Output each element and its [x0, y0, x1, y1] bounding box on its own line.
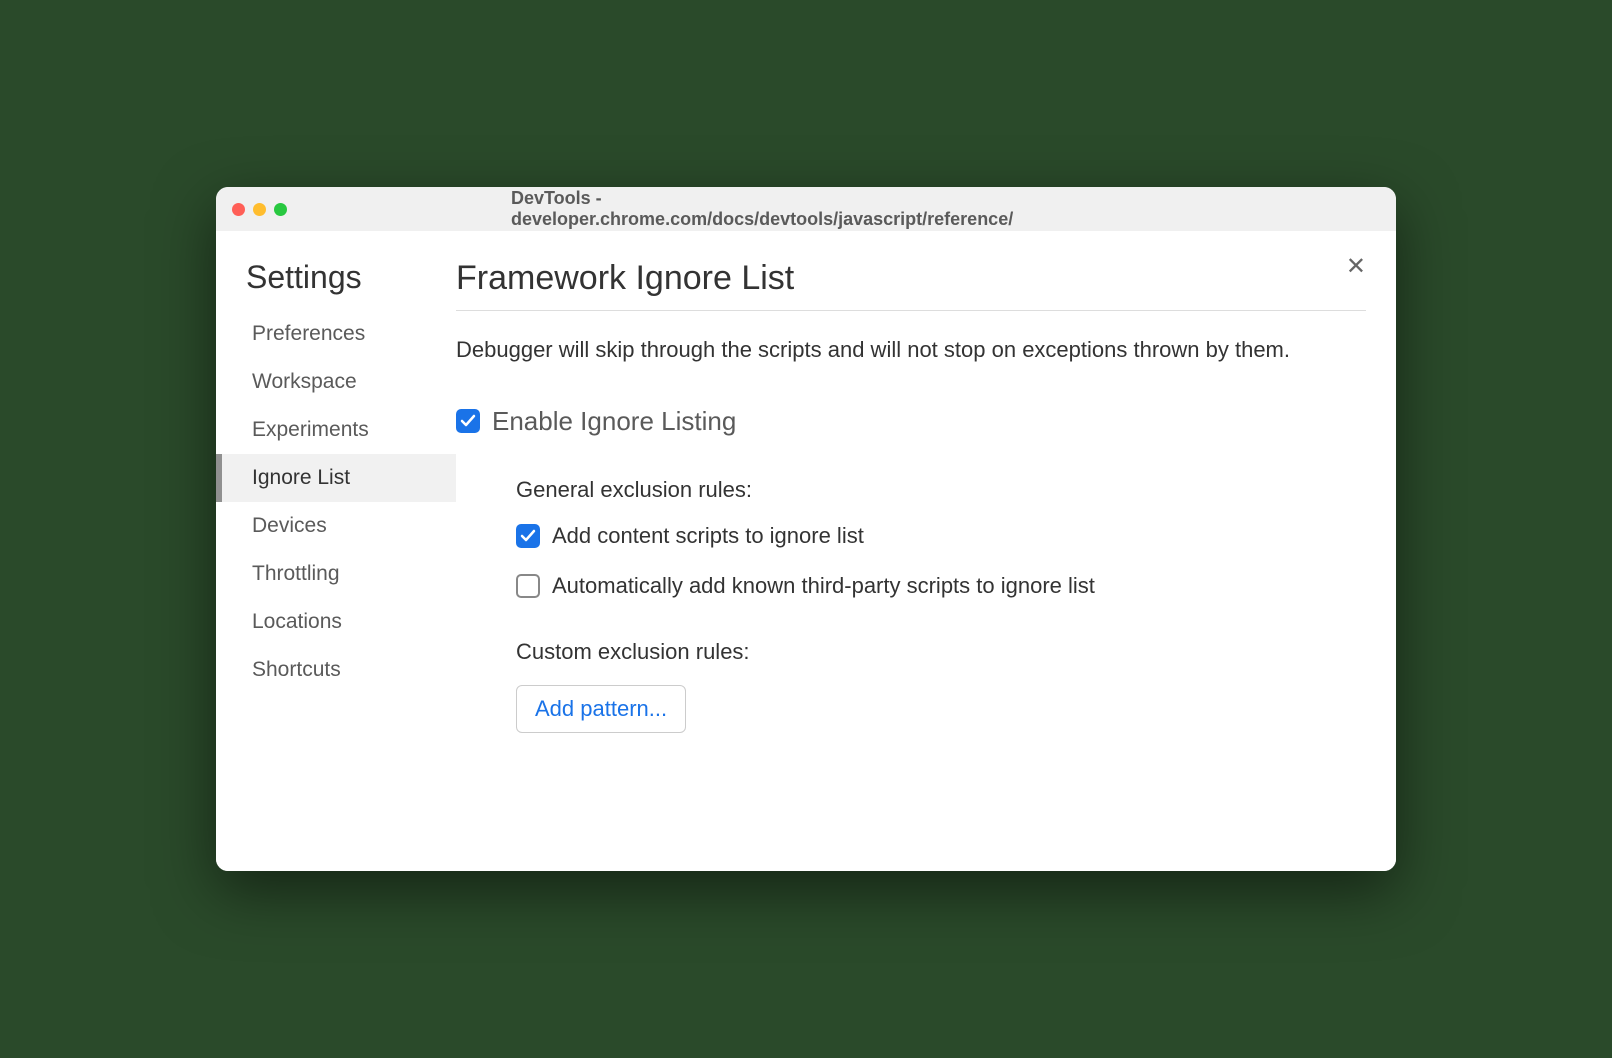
close-icon: ✕ — [1346, 253, 1366, 280]
settings-sidebar: Settings Preferences Workspace Experimen… — [216, 231, 456, 871]
sidebar-item-throttling[interactable]: Throttling — [216, 550, 456, 598]
window-controls — [232, 203, 287, 216]
page-title: Framework Ignore List — [456, 259, 1366, 311]
content-scripts-checkbox[interactable] — [516, 524, 540, 548]
window-title: DevTools - developer.chrome.com/docs/dev… — [511, 188, 1101, 230]
close-settings-button[interactable]: ✕ — [1346, 255, 1366, 279]
sidebar-item-locations[interactable]: Locations — [216, 598, 456, 646]
custom-rules-section: Custom exclusion rules: Add pattern... — [456, 639, 1366, 733]
enable-ignore-listing-row[interactable]: Enable Ignore Listing — [456, 406, 1366, 437]
third-party-scripts-row[interactable]: Automatically add known third-party scri… — [516, 573, 1366, 599]
content-scripts-row[interactable]: Add content scripts to ignore list — [516, 523, 1366, 549]
check-icon — [520, 528, 536, 544]
general-rules-section: General exclusion rules: Add content scr… — [456, 477, 1366, 599]
sidebar-item-shortcuts[interactable]: Shortcuts — [216, 646, 456, 694]
third-party-scripts-label: Automatically add known third-party scri… — [552, 573, 1095, 599]
enable-ignore-listing-checkbox[interactable] — [456, 409, 480, 433]
title-bar: DevTools - developer.chrome.com/docs/dev… — [216, 187, 1396, 231]
close-window-button[interactable] — [232, 203, 245, 216]
check-icon — [460, 413, 476, 429]
page-description: Debugger will skip through the scripts a… — [456, 335, 1366, 366]
sidebar-item-preferences[interactable]: Preferences — [216, 310, 456, 358]
custom-rules-heading: Custom exclusion rules: — [516, 639, 1366, 665]
main-panel: ✕ Framework Ignore List Debugger will sk… — [456, 231, 1396, 871]
enable-ignore-listing-label: Enable Ignore Listing — [492, 406, 736, 437]
content-scripts-label: Add content scripts to ignore list — [552, 523, 864, 549]
third-party-scripts-checkbox[interactable] — [516, 574, 540, 598]
sidebar-title: Settings — [216, 259, 456, 310]
devtools-settings-window: DevTools - developer.chrome.com/docs/dev… — [216, 187, 1396, 871]
content-area: Settings Preferences Workspace Experimen… — [216, 231, 1396, 871]
sidebar-item-experiments[interactable]: Experiments — [216, 406, 456, 454]
sidebar-item-workspace[interactable]: Workspace — [216, 358, 456, 406]
add-pattern-button[interactable]: Add pattern... — [516, 685, 686, 733]
sidebar-item-devices[interactable]: Devices — [216, 502, 456, 550]
general-rules-heading: General exclusion rules: — [516, 477, 1366, 503]
minimize-window-button[interactable] — [253, 203, 266, 216]
sidebar-item-ignore-list[interactable]: Ignore List — [216, 454, 456, 502]
maximize-window-button[interactable] — [274, 203, 287, 216]
